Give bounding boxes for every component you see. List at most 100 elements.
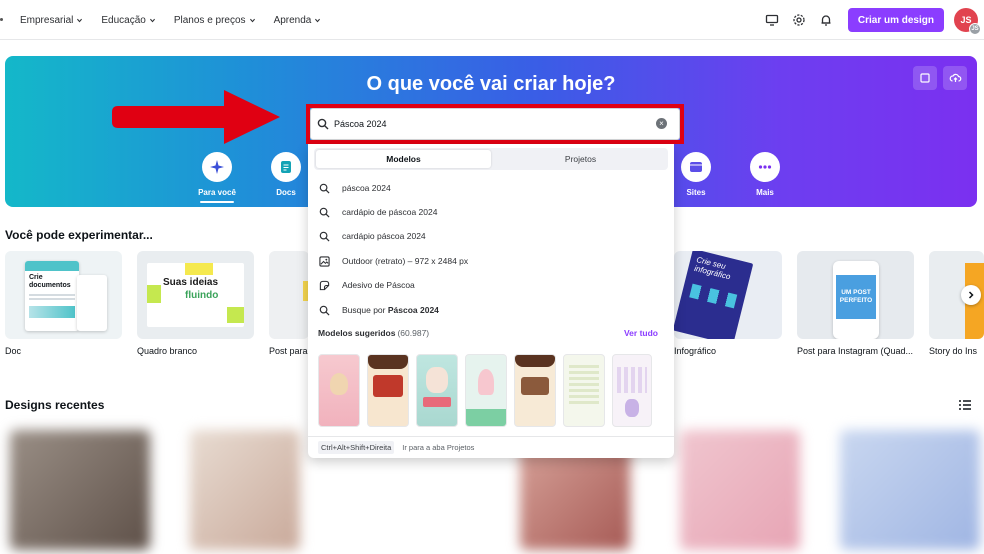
suggestion-label: cardápio de páscoa 2024 [342, 207, 438, 217]
template-thumb[interactable] [612, 354, 652, 427]
recent-design-thumb[interactable] [190, 430, 300, 550]
category-para-voce[interactable]: Para você [187, 152, 247, 203]
nav-planos[interactable]: Planos e preços [174, 15, 256, 26]
template-thumb-art [368, 355, 408, 369]
search-for-item[interactable]: Busque por Páscoa 2024 [318, 300, 439, 320]
template-thumb-art [515, 355, 555, 367]
upload-cloud-icon[interactable] [943, 66, 967, 90]
chevron-right-icon [968, 291, 974, 299]
browser-icon [681, 152, 711, 182]
recent-design-thumb[interactable] [10, 430, 150, 550]
template-thumb[interactable] [416, 354, 458, 427]
suggestion-item[interactable]: Outdoor (retrato) – 972 x 2484 px [318, 251, 468, 271]
avatar-badge: JS [969, 23, 981, 35]
red-arrow-annotation [112, 90, 280, 144]
suggestion-label: Adesivo de Páscoa [342, 280, 415, 290]
nav-label: Educação [101, 14, 146, 26]
card-label: Doc [5, 346, 22, 356]
card-doc-thumb[interactable]: Crie documentos [5, 251, 122, 339]
category-mais[interactable]: Mais [735, 152, 795, 197]
doc-thumb-chart [29, 306, 75, 319]
top-bar: Empresarial Educação Planos e preços Apr… [0, 0, 984, 40]
nav-label: Planos e preços [173, 14, 246, 26]
suggestion-label: páscoa 2024 [342, 183, 391, 193]
suggestion-item[interactable]: Adesivo de Páscoa [318, 275, 415, 295]
suggestion-item[interactable]: cardápio páscoa 2024 [318, 226, 426, 246]
card-whiteboard-thumb[interactable]: Suas ideias fluindo [137, 251, 254, 339]
gear-icon[interactable] [791, 12, 807, 28]
suggestion-item[interactable]: páscoa 2024 [318, 178, 391, 198]
category-label: Para você [198, 188, 236, 197]
template-thumb-art [625, 399, 639, 417]
footer-hint: Ir para a aba Projetos [402, 443, 475, 452]
top-nav: Empresarial Educação Planos e preços Apr… [0, 0, 327, 40]
avatar-initials: JS [960, 15, 972, 25]
category-docs[interactable]: Docs [256, 152, 316, 197]
card-label: Quadro branco [137, 346, 198, 356]
tab-projetos[interactable]: Projetos [493, 148, 668, 170]
see-all-link[interactable]: Ver tudo [624, 328, 658, 338]
search-icon [318, 206, 330, 218]
doc-phone-thumb [77, 275, 107, 331]
category-label: Docs [276, 188, 296, 197]
search-icon [318, 230, 330, 242]
doc-thumb-text: Crie documentos [29, 274, 71, 289]
dropdown-footer: Ctrl+Alt+Shift+Direita Ir para a aba Pro… [308, 436, 674, 458]
carousel-next-button[interactable] [961, 285, 981, 305]
red-highlight-box [306, 104, 684, 144]
search-icon [318, 304, 330, 316]
sticky-note [147, 285, 161, 303]
recent-section-title: Designs recentes [5, 398, 105, 412]
hero-actions [907, 66, 967, 90]
bell-icon[interactable] [818, 12, 834, 28]
sticky-note [227, 307, 244, 323]
doc-thumb-header [25, 261, 79, 271]
template-thumb-art [423, 397, 451, 407]
keyboard-shortcut: Ctrl+Alt+Shift+Direita [318, 441, 395, 454]
doc-page-thumb: Crie documentos [25, 261, 79, 331]
create-design-button[interactable]: Criar um design [847, 8, 944, 32]
search-icon [318, 182, 330, 194]
suggestion-item[interactable]: cardápio de páscoa 2024 [318, 202, 437, 222]
image-icon [318, 255, 330, 267]
whiteboard-thumb: Suas ideias fluindo [147, 263, 244, 327]
template-thumb[interactable] [514, 354, 556, 427]
sticky-note [185, 263, 213, 275]
chevron-down-icon [77, 18, 83, 22]
card-post-thumb[interactable] [269, 251, 309, 339]
monitor-icon[interactable] [764, 12, 780, 28]
template-thumb-art [521, 377, 549, 395]
template-thumb-art [569, 365, 599, 405]
doc-thumb-line [29, 294, 75, 297]
nav-aprenda[interactable]: Aprenda [274, 15, 322, 26]
avatar[interactable]: JS JS [954, 8, 981, 35]
suggestion-label: cardápio páscoa 2024 [342, 231, 426, 241]
search-for-term: Páscoa 2024 [387, 305, 439, 315]
template-thumb[interactable] [367, 354, 409, 427]
nav-empresarial[interactable]: Empresarial [20, 15, 83, 26]
tab-modelos[interactable]: Modelos [316, 150, 491, 168]
infographic-thumb: Crie seu infográfico [674, 251, 754, 339]
template-thumb[interactable] [318, 354, 360, 427]
top-right-actions: Criar um design JS JS [764, 0, 981, 40]
list-view-icon[interactable] [958, 398, 972, 410]
template-thumb[interactable] [563, 354, 605, 427]
templates-title-text: Modelos sugeridos [318, 328, 396, 338]
category-label: Sites [686, 188, 706, 197]
card-instagram-thumb[interactable]: UM POST PERFEITO [797, 251, 914, 339]
category-sites[interactable]: Sites [666, 152, 726, 197]
template-thumb-art [373, 375, 403, 397]
custom-size-icon[interactable] [913, 66, 937, 90]
whiteboard-thumb-text-1: Suas ideias [163, 277, 219, 288]
recent-design-thumb[interactable] [840, 430, 980, 550]
recent-design-thumb[interactable] [680, 430, 800, 550]
template-thumb[interactable] [465, 354, 507, 427]
instagram-thumb-post: UM POST PERFEITO [836, 275, 876, 319]
card-infographic-thumb[interactable]: Crie seu infográfico [674, 251, 782, 339]
templates-title: Modelos sugeridos (60.987) [318, 328, 429, 338]
card-label: Post para [269, 346, 308, 356]
template-thumb-art [478, 369, 494, 395]
card-label: Story do Ins [929, 346, 978, 356]
template-thumb-art [617, 367, 647, 393]
nav-educacao[interactable]: Educação [101, 15, 155, 26]
